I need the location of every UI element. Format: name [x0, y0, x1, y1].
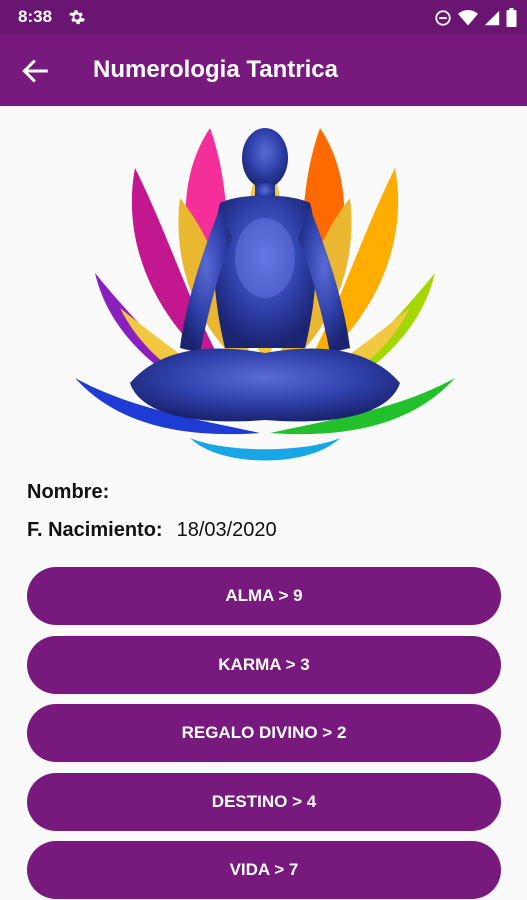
meditation-lotus-image [60, 108, 470, 470]
wifi-icon [458, 9, 478, 32]
gear-icon [68, 8, 86, 31]
regalo-divino-button[interactable]: REGALO DIVINO > 2 [27, 704, 501, 762]
status-time: 8:38 [18, 7, 53, 26]
name-label: Nombre: [27, 481, 110, 503]
name-row: Nombre: [27, 481, 123, 504]
signal-icon [484, 9, 500, 32]
destino-button[interactable]: DESTINO > 4 [27, 773, 501, 831]
alma-button[interactable]: ALMA > 9 [27, 567, 501, 625]
app-bar: Numerologia Tantrica [0, 34, 527, 106]
page-title: Numerologia Tantrica [93, 56, 338, 83]
birth-date-label: F. Nacimiento: [27, 519, 163, 541]
do-not-disturb-icon [434, 9, 452, 32]
status-bar: 8:38 [0, 0, 527, 34]
birth-date-row: F. Nacimiento: 18/03/2020 [27, 519, 277, 542]
karma-button[interactable]: KARMA > 3 [27, 636, 501, 694]
birth-date-value: 18/03/2020 [176, 519, 277, 541]
vida-button[interactable]: VIDA > 7 [27, 841, 501, 899]
back-arrow-icon[interactable] [20, 56, 50, 86]
battery-icon [506, 8, 517, 32]
